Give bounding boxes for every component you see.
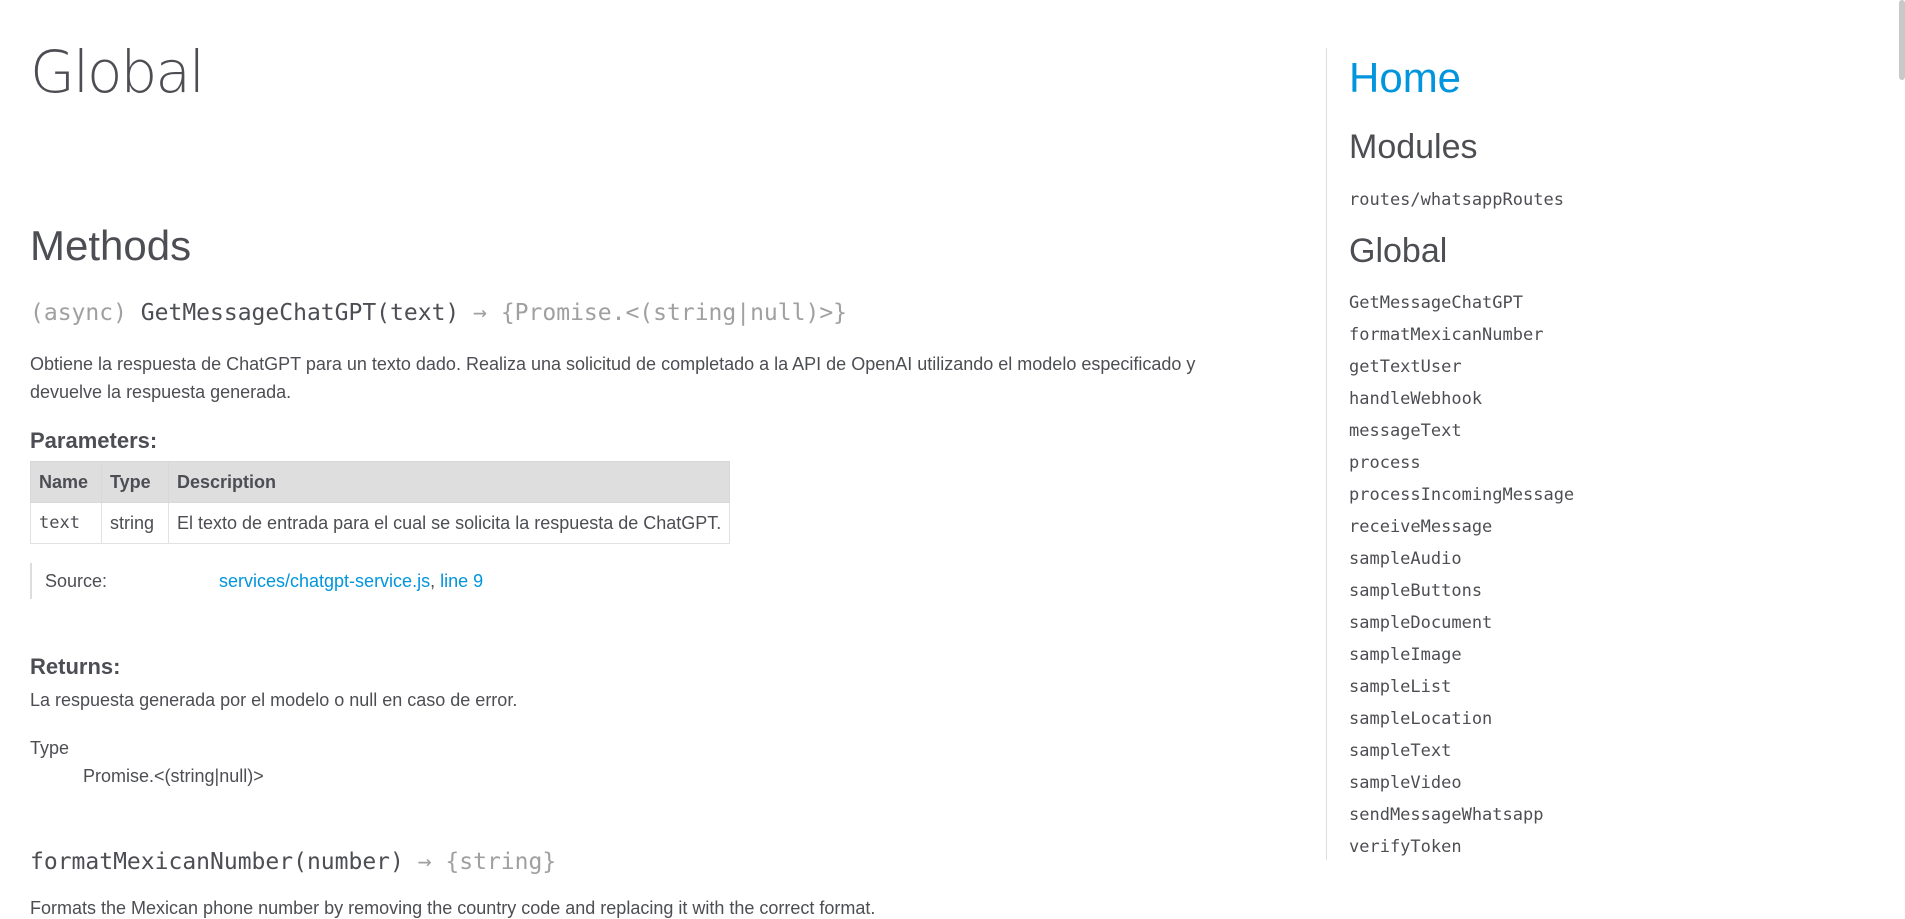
sidebar-item-global[interactable]: messageText [1349, 421, 1462, 441]
parameters-heading: Parameters: [30, 428, 158, 453]
returns-description: La respuesta generada por el modelo o nu… [30, 690, 518, 710]
sidebar-item-global[interactable]: sendMessageWhatsapp [1349, 805, 1543, 825]
param-type: string [101, 502, 169, 544]
method-description: Formats the Mexican phone number by remo… [30, 898, 876, 918]
method-signature-formatmexicannumber: formatMexicanNumber(number) → {string} [30, 849, 556, 875]
sidebar-item-global[interactable]: sampleAudio [1349, 549, 1462, 569]
source-file-link[interactable]: services/chatgpt-service.js [219, 571, 430, 591]
sidebar-item-global[interactable]: sampleImage [1349, 645, 1462, 665]
return-arrow: → [403, 849, 446, 875]
table-header-row: Name Type Description [30, 461, 731, 503]
sidebar-item-global[interactable]: handleWebhook [1349, 389, 1482, 409]
sidebar-item-global[interactable]: processIncomingMessage [1349, 485, 1574, 505]
sidebar-nav: Home Modules routes/whatsappRoutes Globa… [1326, 48, 1867, 860]
return-type: {Promise.<(string|null)>} [500, 300, 848, 326]
method-description: Obtiene la respuesta de ChatGPT para un … [30, 354, 1196, 402]
param-name: text [30, 502, 102, 544]
method-attribute: (async) [30, 300, 141, 326]
method-name: GetMessageChatGPT(text) [140, 300, 460, 326]
type-value: Promise.<(string|null)> [83, 766, 264, 786]
sidebar-item-global[interactable]: sampleButtons [1349, 581, 1482, 601]
return-arrow: → [459, 300, 501, 326]
sidebar-item-global[interactable]: sampleDocument [1349, 613, 1492, 633]
home-link[interactable]: Home [1349, 54, 1461, 102]
method-name: formatMexicanNumber(number) [30, 849, 404, 875]
table-row: text string El texto de entrada para el … [30, 502, 731, 544]
sidebar-item-global[interactable]: GetMessageChatGPT [1349, 293, 1523, 313]
source-label: Source: [45, 571, 108, 591]
sidebar-item-global[interactable]: getTextUser [1349, 357, 1462, 377]
sidebar-item-global[interactable]: sampleVideo [1349, 773, 1462, 793]
sidebar-item-global[interactable]: formatMexicanNumber [1349, 325, 1543, 345]
global-heading: Global [1349, 232, 1448, 270]
column-header-name: Name [30, 461, 102, 503]
scrollbar-thumb[interactable] [1899, 0, 1905, 80]
sidebar-item-global[interactable]: receiveMessage [1349, 517, 1492, 537]
sidebar-item-global[interactable]: sampleText [1349, 741, 1451, 761]
sidebar-item-global[interactable]: sampleLocation [1349, 709, 1492, 729]
param-description: El texto de entrada para el cual se soli… [167, 502, 731, 544]
method-signature-getmessagechatgpt: (async) GetMessageChatGPT(text) → {Promi… [30, 300, 847, 326]
sidebar-item-global[interactable]: sampleList [1349, 677, 1451, 697]
return-type: {string} [445, 849, 557, 875]
type-label: Type [30, 738, 70, 758]
sidebar-item-global[interactable]: process [1349, 453, 1421, 473]
column-header-type: Type [101, 461, 169, 503]
parameters-table: Name Type Description text string El tex… [30, 461, 731, 544]
sidebar-item-whatsapp-routes[interactable]: routes/whatsappRoutes [1349, 190, 1564, 210]
modules-heading: Modules [1349, 128, 1478, 166]
sidebar-item-global[interactable]: verifyToken [1349, 837, 1462, 857]
source-separator: , [430, 571, 441, 591]
source-details: Source: services/chatgpt-service.js, line… [30, 563, 645, 599]
page-title: Global [30, 38, 205, 106]
methods-heading: Methods [30, 222, 192, 269]
returns-heading: Returns: [30, 654, 121, 679]
column-header-description: Description [167, 461, 731, 503]
source-line-link[interactable]: line 9 [440, 571, 483, 591]
